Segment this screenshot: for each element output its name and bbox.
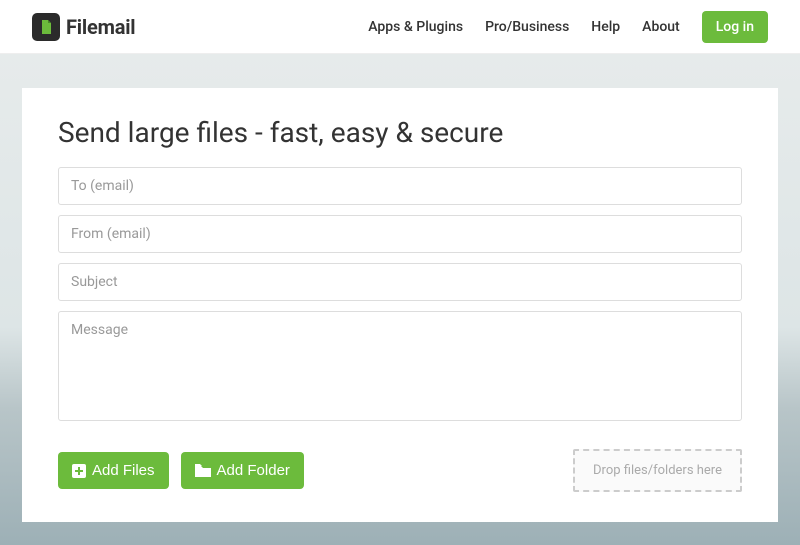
folder-icon: [195, 464, 211, 478]
nav-help[interactable]: Help: [591, 19, 620, 35]
top-navbar: Filemail Apps & Plugins Pro/Business Hel…: [0, 0, 800, 54]
brand-name: Filemail: [66, 15, 135, 39]
from-email-field[interactable]: [58, 215, 742, 253]
to-email-field[interactable]: [58, 167, 742, 205]
send-card: Send large files - fast, easy & secure A…: [22, 88, 778, 522]
main-nav: Apps & Plugins Pro/Business Help About L…: [368, 11, 768, 43]
nav-about[interactable]: About: [642, 19, 680, 35]
add-folder-label: Add Folder: [217, 462, 290, 479]
brand-logo[interactable]: Filemail: [32, 13, 135, 41]
plus-square-icon: [72, 464, 86, 478]
add-folder-button[interactable]: Add Folder: [181, 452, 304, 489]
dropzone-label: Drop files/folders here: [593, 463, 722, 478]
brand-logo-icon: [32, 13, 60, 41]
message-field[interactable]: [58, 311, 742, 421]
login-button[interactable]: Log in: [702, 11, 768, 43]
add-files-label: Add Files: [92, 462, 155, 479]
page-title: Send large files - fast, easy & secure: [58, 116, 742, 149]
dropzone[interactable]: Drop files/folders here: [573, 449, 742, 492]
add-files-button[interactable]: Add Files: [58, 452, 169, 489]
nav-pro-business[interactable]: Pro/Business: [485, 19, 569, 35]
nav-apps-plugins[interactable]: Apps & Plugins: [368, 19, 463, 35]
file-actions-row: Add Files Add Folder Drop files/folders …: [58, 449, 742, 492]
subject-field[interactable]: [58, 263, 742, 301]
